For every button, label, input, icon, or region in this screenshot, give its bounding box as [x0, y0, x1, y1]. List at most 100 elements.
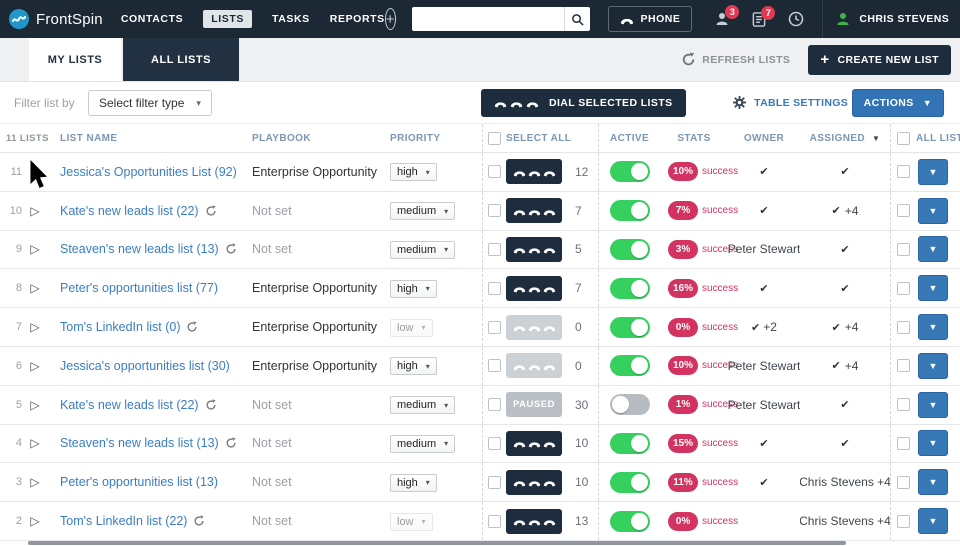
dial-button[interactable] — [506, 353, 562, 379]
priority-select[interactable]: high ▾ — [390, 163, 437, 182]
active-toggle[interactable] — [609, 471, 650, 493]
row-checkbox-right[interactable] — [897, 475, 910, 489]
priority-select[interactable]: low ▾ — [390, 512, 433, 531]
row-expander[interactable]: ▷ — [22, 434, 48, 452]
priority-select[interactable]: high ▾ — [390, 357, 437, 376]
active-toggle[interactable] — [609, 316, 650, 338]
priority-select[interactable]: low ▾ — [390, 318, 433, 337]
row-checkbox[interactable] — [488, 204, 501, 218]
row-checkbox[interactable] — [488, 165, 501, 179]
list-name-link[interactable]: Steaven's new leads list (13) — [60, 242, 219, 256]
list-name-link[interactable]: Peter's opportunities list (77) — [60, 281, 218, 295]
row-checkbox[interactable] — [488, 514, 501, 528]
col-list-name[interactable]: LIST NAME — [48, 133, 252, 144]
tasks-alert-icon[interactable]: 7 — [752, 5, 776, 27]
row-actions-button[interactable]: ▼ — [918, 508, 948, 535]
row-checkbox[interactable] — [488, 475, 501, 489]
dial-selected-lists-button[interactable]: DIAL SELECTED LISTS — [481, 89, 686, 117]
nav-lists[interactable]: LISTS — [203, 10, 252, 28]
row-checkbox-right[interactable] — [897, 204, 910, 218]
row-checkbox-right[interactable] — [897, 514, 910, 528]
row-checkbox-right[interactable] — [897, 320, 910, 334]
row-actions-button[interactable]: ▼ — [918, 430, 948, 457]
nav-tasks[interactable]: TASKS — [272, 13, 310, 25]
col-stats[interactable]: STATS — [660, 133, 728, 144]
active-toggle[interactable] — [609, 277, 650, 299]
list-name-link[interactable]: Tom's LinkedIn list (22) — [60, 514, 187, 528]
list-name-link[interactable]: Tom's LinkedIn list (0) — [60, 320, 180, 334]
row-expander[interactable]: ▷ — [22, 163, 48, 181]
list-name-link[interactable]: Jessica's opportunities list (30) — [60, 359, 230, 373]
active-toggle[interactable] — [609, 200, 650, 222]
row-checkbox[interactable] — [488, 281, 501, 295]
col-owner[interactable]: OWNER — [728, 133, 800, 144]
filter-type-select[interactable]: Select filter type ▾ — [88, 90, 212, 116]
actions-button[interactable]: ACTIONS ▼ — [851, 89, 944, 117]
active-toggle[interactable] — [609, 161, 650, 183]
dial-button[interactable] — [506, 198, 562, 224]
active-toggle[interactable] — [609, 394, 650, 416]
row-actions-button[interactable]: ▼ — [918, 469, 948, 496]
dial-button[interactable] — [506, 314, 562, 340]
dial-button[interactable] — [506, 469, 562, 495]
horizontal-scrollbar[interactable] — [28, 541, 846, 545]
row-checkbox[interactable] — [488, 359, 501, 373]
active-toggle[interactable] — [609, 510, 650, 532]
col-playbook[interactable]: PLAYBOOK — [252, 133, 388, 144]
col-priority[interactable]: PRIORITY — [388, 133, 482, 144]
priority-select[interactable]: medium ▾ — [390, 434, 456, 453]
contacts-alert-icon[interactable]: 3 — [714, 5, 740, 27]
row-checkbox-right[interactable] — [897, 436, 910, 450]
priority-select[interactable]: high ▾ — [390, 279, 437, 298]
row-checkbox-right[interactable] — [897, 359, 910, 373]
row-expander[interactable]: ▷ — [22, 279, 48, 297]
row-expander[interactable]: ▷ — [22, 473, 48, 491]
dial-button[interactable] — [506, 275, 562, 301]
tab-my-lists[interactable]: MY LISTS — [29, 38, 121, 81]
table-settings-button[interactable]: TABLE SETTINGS — [732, 95, 848, 110]
row-actions-button[interactable]: ▼ — [918, 275, 948, 302]
list-name-link[interactable]: Kate's new leads list (22) — [60, 204, 199, 218]
row-actions-button[interactable]: ▼ — [918, 236, 948, 263]
row-expander[interactable]: ▷ — [22, 357, 48, 375]
row-checkbox-right[interactable] — [897, 165, 910, 179]
row-expander[interactable]: ▷ — [22, 512, 48, 530]
all-lists-checkbox[interactable] — [897, 131, 910, 145]
col-active[interactable]: ACTIVE — [598, 124, 660, 152]
row-expander[interactable]: ▷ — [22, 202, 48, 220]
row-expander[interactable]: ▷ — [22, 318, 48, 336]
priority-select[interactable]: medium ▾ — [390, 396, 456, 415]
row-expander[interactable]: ▷ — [22, 240, 48, 258]
dial-button[interactable] — [506, 430, 562, 456]
col-assigned[interactable]: ASSIGNED ▼ — [800, 133, 890, 144]
history-clock-icon[interactable] — [788, 11, 804, 27]
row-checkbox[interactable] — [488, 436, 501, 450]
list-name-link[interactable]: Steaven's new leads list (13) — [60, 436, 219, 450]
list-name-link[interactable]: Jessica's Opportunities List (92) — [60, 165, 237, 179]
list-name-link[interactable]: Kate's new leads list (22) — [60, 398, 199, 412]
search-input[interactable] — [411, 7, 564, 31]
row-checkbox[interactable] — [488, 398, 501, 412]
row-checkbox-right[interactable] — [897, 281, 910, 295]
create-new-list-button[interactable]: + CREATE NEW LIST — [808, 44, 951, 75]
priority-select[interactable]: medium ▾ — [390, 202, 456, 221]
row-actions-button[interactable]: ▼ — [918, 197, 948, 224]
row-expander[interactable]: ▷ — [22, 396, 48, 414]
refresh-lists-button[interactable]: REFRESH LISTS — [681, 52, 790, 67]
row-actions-button[interactable]: ▼ — [918, 158, 948, 185]
user-menu[interactable]: CHRIS STEVENS ▼ — [822, 0, 960, 38]
row-checkbox[interactable] — [488, 320, 501, 334]
nav-reports[interactable]: REPORTS — [330, 13, 385, 25]
select-all-checkbox[interactable] — [488, 131, 501, 145]
active-toggle[interactable] — [609, 432, 650, 454]
priority-select[interactable]: medium ▾ — [390, 240, 456, 259]
list-name-link[interactable]: Peter's opportunities list (13) — [60, 475, 218, 489]
row-actions-button[interactable]: ▼ — [918, 314, 948, 341]
add-button[interactable]: + — [384, 8, 396, 30]
search-button[interactable] — [563, 7, 590, 31]
dial-button[interactable] — [506, 159, 562, 185]
tab-all-lists[interactable]: ALL LISTS — [123, 38, 239, 81]
nav-contacts[interactable]: CONTACTS — [121, 13, 183, 25]
row-actions-button[interactable]: ▼ — [918, 391, 948, 418]
row-actions-button[interactable]: ▼ — [918, 352, 948, 379]
